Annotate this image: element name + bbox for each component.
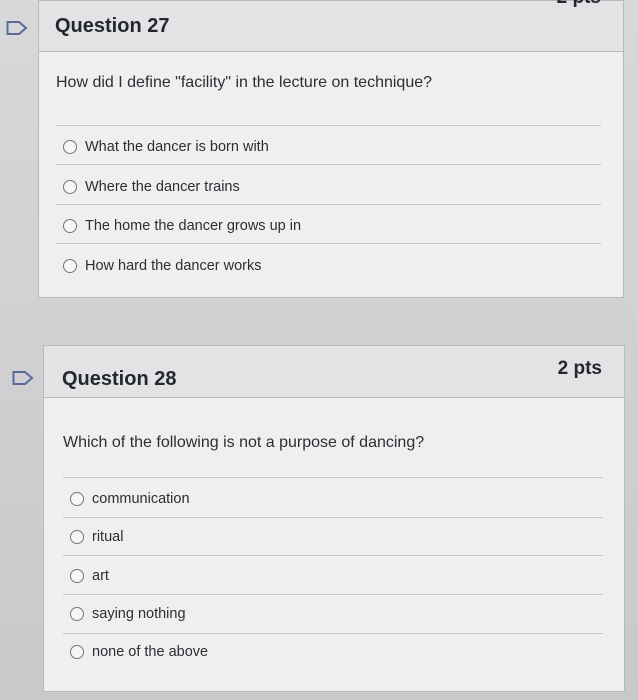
answer-option[interactable]: none of the above	[70, 644, 208, 660]
answer-label: What the dancer is born with	[85, 139, 269, 155]
radio-icon[interactable]	[70, 530, 84, 544]
quiz-page: Question 27 2 pts How did I define "faci…	[0, 0, 638, 700]
divider	[63, 477, 603, 478]
radio-icon[interactable]	[63, 140, 77, 154]
question-title: Question 28	[62, 368, 177, 390]
answer-label: saying nothing	[92, 606, 186, 622]
radio-icon[interactable]	[70, 645, 84, 659]
radio-icon[interactable]	[63, 259, 77, 273]
question-title: Question 27	[55, 15, 170, 37]
answer-label: none of the above	[92, 644, 209, 660]
answer-option[interactable]: saying nothing	[70, 606, 186, 622]
radio-icon[interactable]	[63, 180, 77, 194]
divider	[63, 594, 603, 595]
answer-option[interactable]: The home the dancer grows up in	[63, 218, 301, 234]
answer-option[interactable]: Where the dancer trains	[63, 179, 240, 195]
answer-label: Where the dancer trains	[85, 179, 240, 195]
radio-icon[interactable]	[63, 219, 77, 233]
answer-label: The home the dancer grows up in	[85, 218, 302, 234]
question-text: Which of the following is not a purpose …	[63, 434, 425, 451]
answer-label: How hard the dancer works	[85, 258, 262, 274]
divider	[56, 125, 601, 126]
answer-option[interactable]: communication	[70, 491, 190, 507]
answer-label: art	[92, 568, 109, 584]
answer-label: communication	[92, 491, 190, 507]
radio-icon[interactable]	[70, 492, 84, 506]
divider	[63, 633, 603, 634]
divider	[56, 164, 601, 165]
answer-option[interactable]: How hard the dancer works	[63, 258, 262, 274]
answer-option[interactable]: art	[70, 568, 109, 584]
answer-option[interactable]: ritual	[70, 529, 123, 545]
flag-icon[interactable]	[12, 370, 34, 386]
question-text: How did I define "facility" in the lectu…	[56, 74, 433, 91]
question-27-card: Question 27 2 pts How did I define "faci…	[38, 0, 624, 298]
answer-label: ritual	[92, 529, 124, 545]
flag-icon[interactable]	[6, 20, 28, 36]
radio-icon[interactable]	[70, 607, 84, 621]
divider	[63, 555, 603, 556]
divider	[63, 517, 603, 518]
question-28-card: Question 28 2 pts Which of the following…	[43, 345, 625, 692]
question-points: 2 pts	[557, 358, 602, 379]
question-points: 2 pts	[557, 0, 601, 9]
radio-icon[interactable]	[70, 569, 84, 583]
divider	[56, 204, 601, 205]
answer-option[interactable]: What the dancer is born with	[63, 139, 269, 155]
divider	[56, 243, 601, 244]
